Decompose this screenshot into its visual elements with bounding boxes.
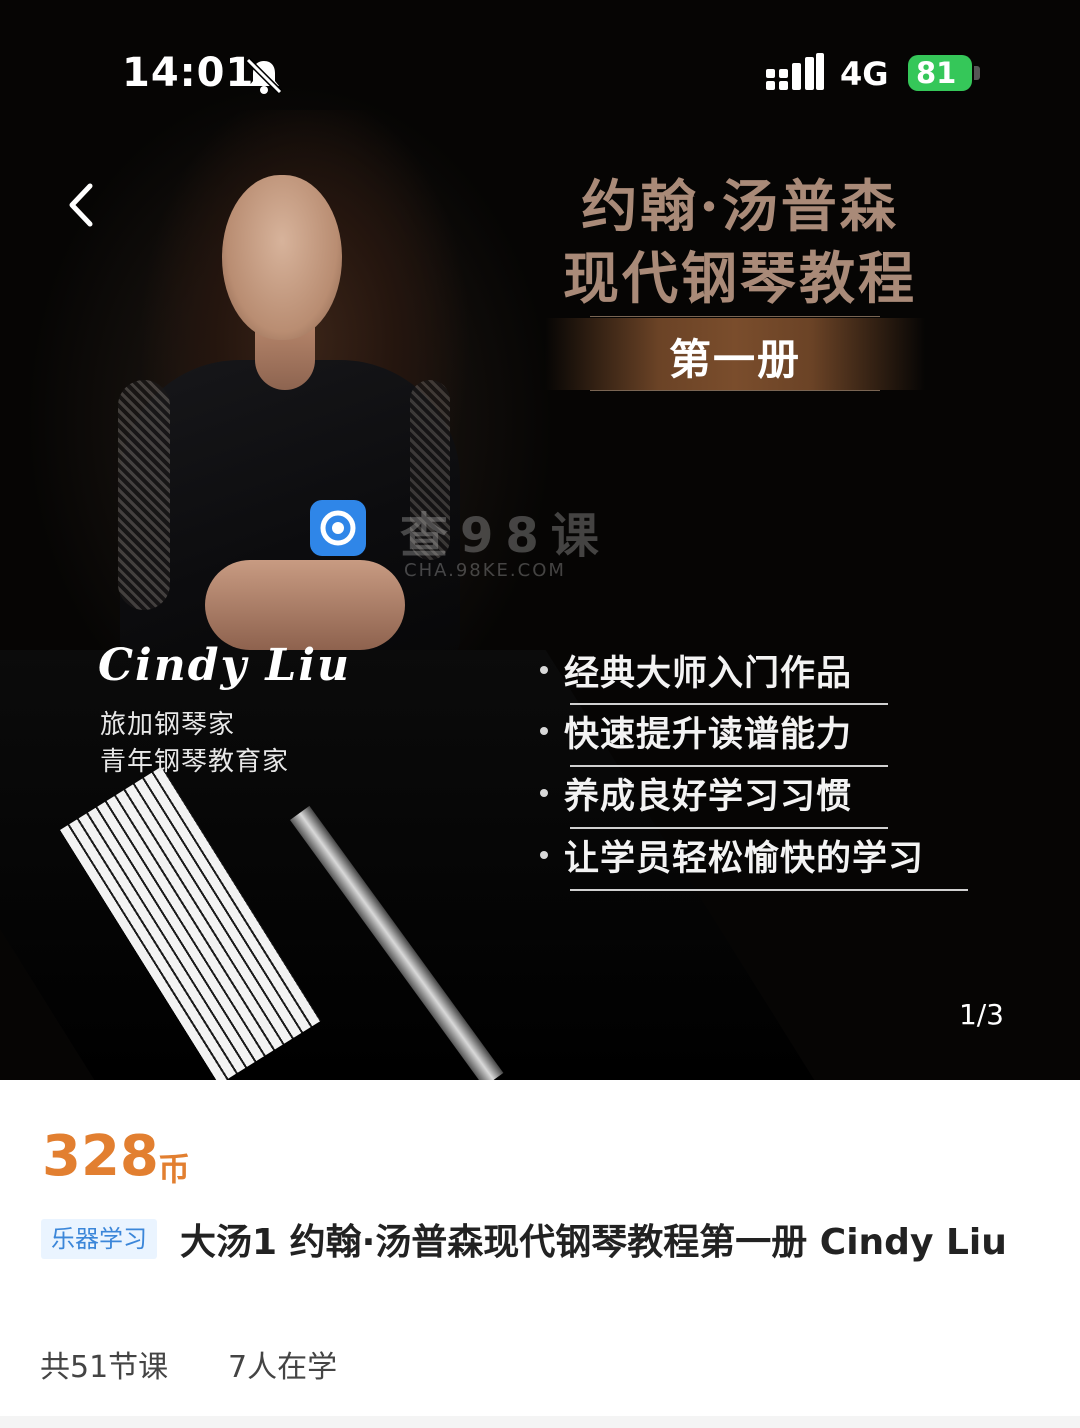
course-title: 大汤1 约翰·汤普森现代钢琴教程第一册 Cindy Liu — [180, 1222, 1007, 1263]
status-time: 14:01 — [122, 50, 255, 96]
teacher-role: 青年钢琴教育家 — [100, 747, 290, 777]
feature-item: 经典大师入门作品 — [540, 640, 852, 700]
volume-line-top — [590, 316, 880, 317]
feature-item: 养成良好学习习惯 — [540, 763, 852, 823]
carousel-page-indicator: 1/3 — [958, 998, 1004, 1031]
feature-text: 快速提升读谱能力 — [564, 713, 853, 755]
poster-title-line2: 现代钢琴教程 — [563, 246, 917, 312]
watermark-text: 查98课 — [400, 508, 611, 564]
feature-item: 快速提升读谱能力 — [540, 701, 852, 761]
battery-level: 81 — [916, 56, 957, 90]
bullet-dot — [540, 789, 548, 797]
teacher-role: 旅加钢琴家 — [100, 710, 236, 740]
bell-muted-icon — [245, 57, 283, 95]
category-tag[interactable]: 乐器学习 — [41, 1219, 157, 1259]
battery-tip — [974, 66, 980, 80]
price-unit: 币 — [158, 1150, 191, 1188]
watermark-domain: CHA.98KE.COM — [404, 560, 566, 581]
poster-title-line1: 约翰·汤普森 — [581, 174, 899, 240]
volume-line-bottom — [590, 390, 880, 391]
dress-sleeve-left — [118, 380, 170, 610]
bullet-dot — [540, 727, 548, 735]
teacher-hands — [205, 560, 405, 650]
learner-count: 7人在学 — [228, 1350, 338, 1385]
chevron-left-icon[interactable] — [56, 178, 106, 232]
teacher-face — [222, 175, 342, 340]
battery-charging-icon: 81 — [908, 55, 972, 91]
feature-text: 经典大师入门作品 — [564, 652, 853, 694]
feature-underline — [570, 889, 968, 891]
watermark-logo-icon — [310, 500, 366, 556]
feature-text: 让学员轻松愉快的学习 — [564, 837, 925, 879]
feature-text: 养成良好学习习惯 — [564, 775, 853, 817]
section-divider — [0, 1416, 1080, 1428]
teacher-name: Cindy Liu — [98, 640, 352, 691]
lesson-count: 共51节课 — [40, 1350, 169, 1385]
bullet-dot — [540, 666, 548, 674]
network-type: 4G — [840, 55, 889, 93]
feature-item: 让学员轻松愉快的学习 — [540, 825, 924, 885]
course-cover-carousel[interactable]: 14:01 4G 81 约翰·汤普森 现代钢琴教程 第一册 查98课 CHA.9… — [0, 0, 1080, 1080]
poster-volume: 第一册 — [668, 335, 801, 384]
price-amount: 328 — [42, 1124, 159, 1189]
bullet-dot — [540, 851, 548, 859]
signal-icon — [766, 53, 824, 90]
